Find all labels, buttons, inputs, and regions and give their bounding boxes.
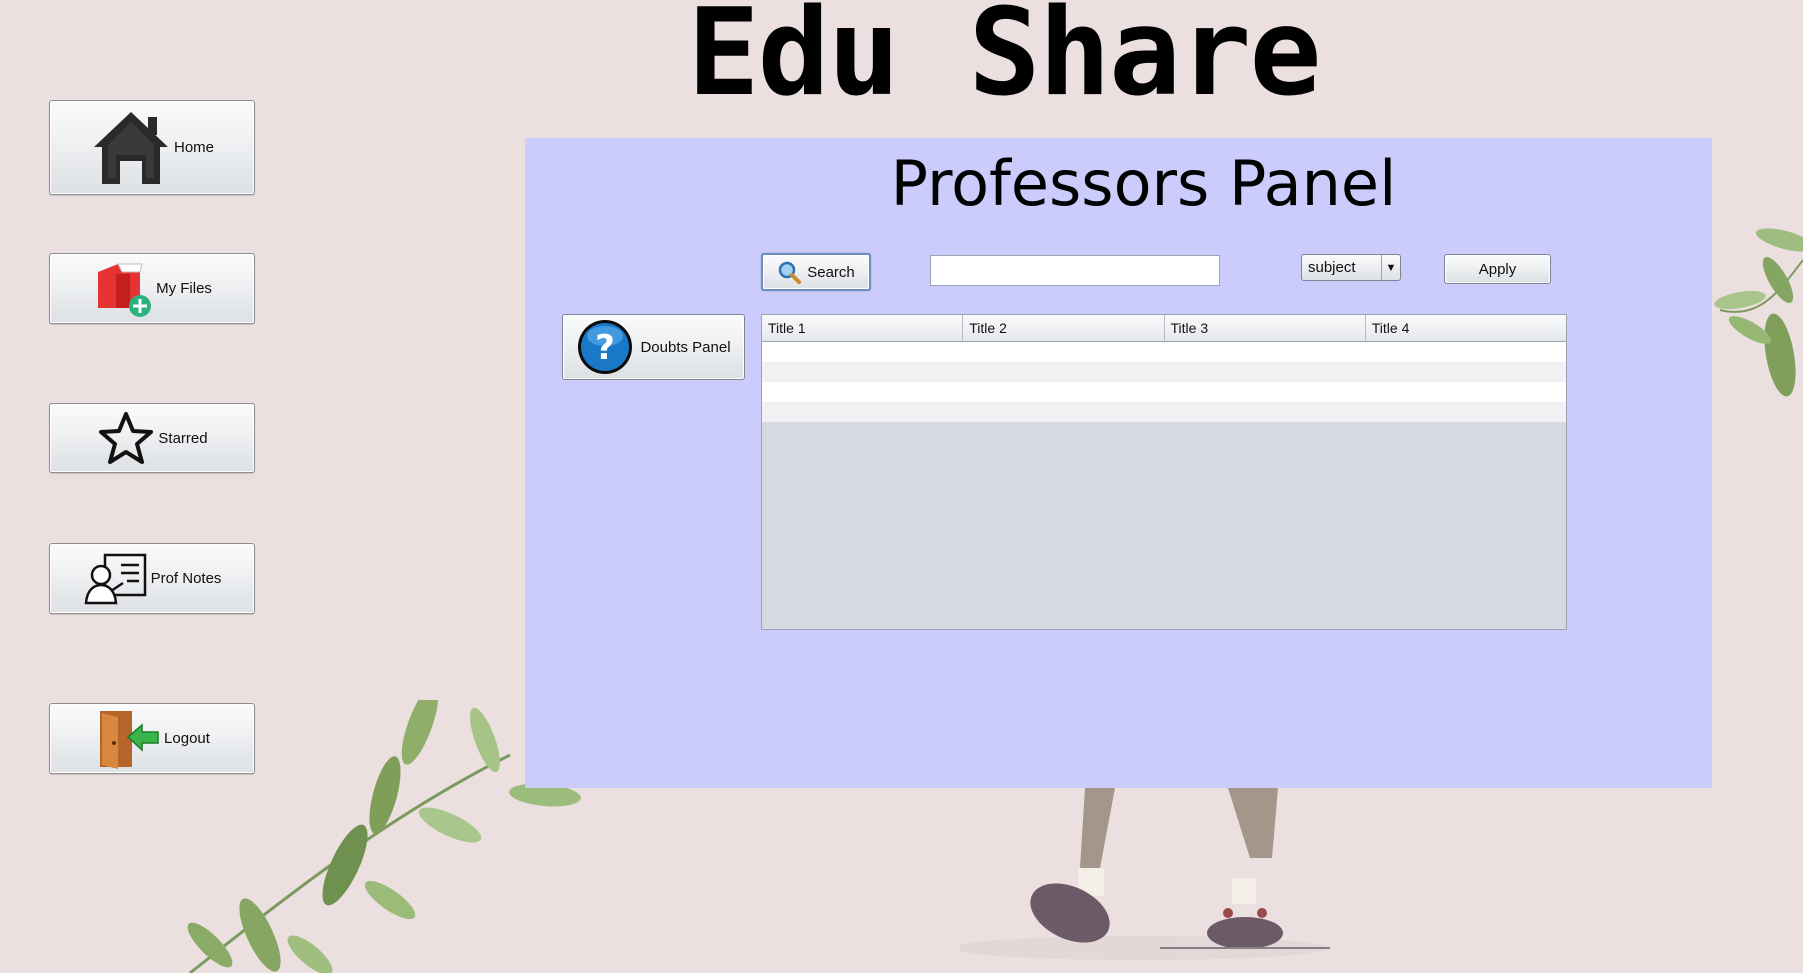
doubts-panel-label: Doubts Panel — [640, 338, 731, 356]
search-button-label: Search — [807, 263, 855, 281]
sidebar-item-logout[interactable]: Logout — [49, 703, 255, 774]
sidebar-item-label: Home — [173, 139, 214, 156]
sidebar-item-label: Starred — [158, 429, 208, 447]
sidebar-item-label: Logout — [164, 730, 210, 747]
help-question-icon: ? — [576, 318, 634, 376]
doubts-panel-button[interactable]: ? Doubts Panel — [562, 314, 745, 380]
column-header[interactable]: Title 2 — [963, 315, 1165, 341]
svg-text:?: ? — [596, 328, 616, 368]
subject-filter-select[interactable]: subject ▼ — [1301, 254, 1401, 281]
table-header: Title 1 Title 2 Title 3 Title 4 — [762, 315, 1566, 342]
sidebar-item-my-files[interactable]: My Files — [49, 253, 255, 324]
app-title: Edu Share — [687, 0, 1321, 123]
apply-button-label: Apply — [1478, 260, 1517, 278]
table-row[interactable] — [762, 402, 1566, 422]
chevron-down-icon[interactable]: ▼ — [1381, 255, 1400, 280]
column-header[interactable]: Title 3 — [1165, 315, 1366, 341]
table-row[interactable] — [762, 362, 1566, 382]
panel-title: Professors Panel — [890, 147, 1397, 220]
table-row[interactable] — [762, 342, 1566, 362]
search-icon — [777, 260, 802, 284]
search-input[interactable] — [930, 255, 1220, 286]
column-header[interactable]: Title 4 — [1366, 315, 1566, 341]
files-table[interactable]: Title 1 Title 2 Title 3 Title 4 — [761, 314, 1567, 630]
sidebar-item-label: My Files — [156, 280, 212, 297]
sidebar-item-starred[interactable]: Starred — [49, 403, 255, 473]
column-header[interactable]: Title 1 — [762, 315, 964, 341]
professor-notes-icon — [83, 551, 149, 607]
sidebar-item-home[interactable]: Home — [49, 100, 255, 195]
subject-filter-value: subject — [1308, 259, 1356, 276]
sidebar-item-prof-notes[interactable]: Prof Notes — [49, 543, 255, 614]
sidebar-item-label: Prof Notes — [150, 570, 222, 587]
leaf-decoration-right — [1714, 228, 1803, 397]
star-icon — [96, 410, 156, 466]
walking-person-illustration — [960, 788, 1330, 960]
logout-door-icon — [94, 707, 162, 771]
table-row[interactable] — [762, 382, 1566, 402]
home-icon — [90, 109, 172, 187]
professors-panel: Professors Panel Search subject ▼ Apply … — [525, 138, 1712, 788]
apply-button[interactable]: Apply — [1444, 254, 1551, 284]
search-button[interactable]: Search — [761, 253, 871, 291]
add-folder-icon — [92, 260, 154, 318]
